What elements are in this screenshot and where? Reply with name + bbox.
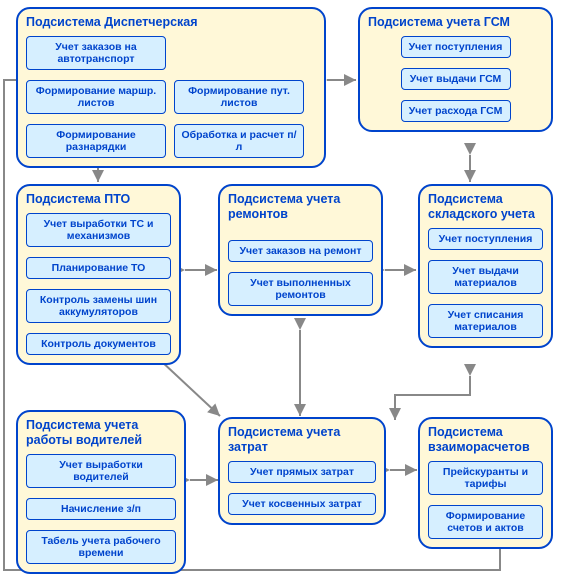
subsystem-costs: Подсистема учета затрат Учет прямых затр…: [218, 417, 386, 525]
box-payroll: Начисление з/п: [26, 498, 176, 520]
box-tire-battery: Контроль замены шин аккумуляторов: [26, 289, 171, 323]
box-gsm-receipt: Учет поступления: [401, 36, 511, 58]
subsystem-title: Подсистема Диспетчерская: [26, 15, 316, 30]
box-wh-issue: Учет выдачи материалов: [428, 260, 543, 294]
subsystem-title: Подсистема складского учета: [428, 192, 543, 222]
subsystem-title: Подсистема учета ремонтов: [228, 192, 373, 222]
box-invoices: Формирование счетов и актов: [428, 505, 543, 539]
box-direct-costs: Учет прямых затрат: [228, 461, 376, 483]
box-wh-receipt: Учет поступления: [428, 228, 543, 250]
subsystem-title: Подсистема взаиморасчетов: [428, 425, 543, 455]
subsystem-title: Подсистема учета работы водителей: [26, 418, 176, 448]
box-pricelists: Прейскуранты и тарифы: [428, 461, 543, 495]
box-route-sheets: Формирование маршр. листов: [26, 80, 166, 114]
subsystem-dispatch: Подсистема Диспетчерская Учет заказов на…: [16, 7, 326, 168]
box-repair-orders: Учет заказов на ремонт: [228, 240, 373, 262]
subsystem-pto: Подсистема ПТО Учет выработки ТС и механ…: [16, 184, 181, 365]
box-assignment: Формирование разнарядки: [26, 124, 166, 158]
subsystem-title: Подсистема учета затрат: [228, 425, 376, 455]
box-processing: Обработка и расчет п/л: [174, 124, 304, 158]
subsystem-title: Подсистема учета ГСМ: [368, 15, 543, 30]
box-trip-sheets: Формирование пут. листов: [174, 80, 304, 114]
subsystem-gsm: Подсистема учета ГСМ Учет поступления Уч…: [358, 7, 553, 132]
subsystem-title: Подсистема ПТО: [26, 192, 171, 207]
box-indirect-costs: Учет косвенных затрат: [228, 493, 376, 515]
subsystem-repairs: Подсистема учета ремонтов Учет заказов н…: [218, 184, 383, 316]
subsystem-drivers: Подсистема учета работы водителей Учет в…: [16, 410, 186, 574]
box-timesheet: Табель учета рабочего времени: [26, 530, 176, 564]
box-wh-writeoff: Учет списания материалов: [428, 304, 543, 338]
box-repairs-done: Учет выполненных ремонтов: [228, 272, 373, 306]
diagram-canvas: Подсистема Диспетчерская Учет заказов на…: [0, 0, 569, 578]
box-vehicle-output: Учет выработки ТС и механизмов: [26, 213, 171, 247]
box-gsm-consumption: Учет расхода ГСМ: [401, 100, 511, 122]
subsystem-warehouse: Подсистема складского учета Учет поступл…: [418, 184, 553, 348]
box-driver-output: Учет выработки водителей: [26, 454, 176, 488]
box-gsm-issue: Учет выдачи ГСМ: [401, 68, 511, 90]
subsystem-settlements: Подсистема взаиморасчетов Прейскуранты и…: [418, 417, 553, 549]
box-doc-control: Контроль документов: [26, 333, 171, 355]
box-orders: Учет заказов на автотранспорт: [26, 36, 166, 70]
box-maintenance-plan: Планирование ТО: [26, 257, 171, 279]
